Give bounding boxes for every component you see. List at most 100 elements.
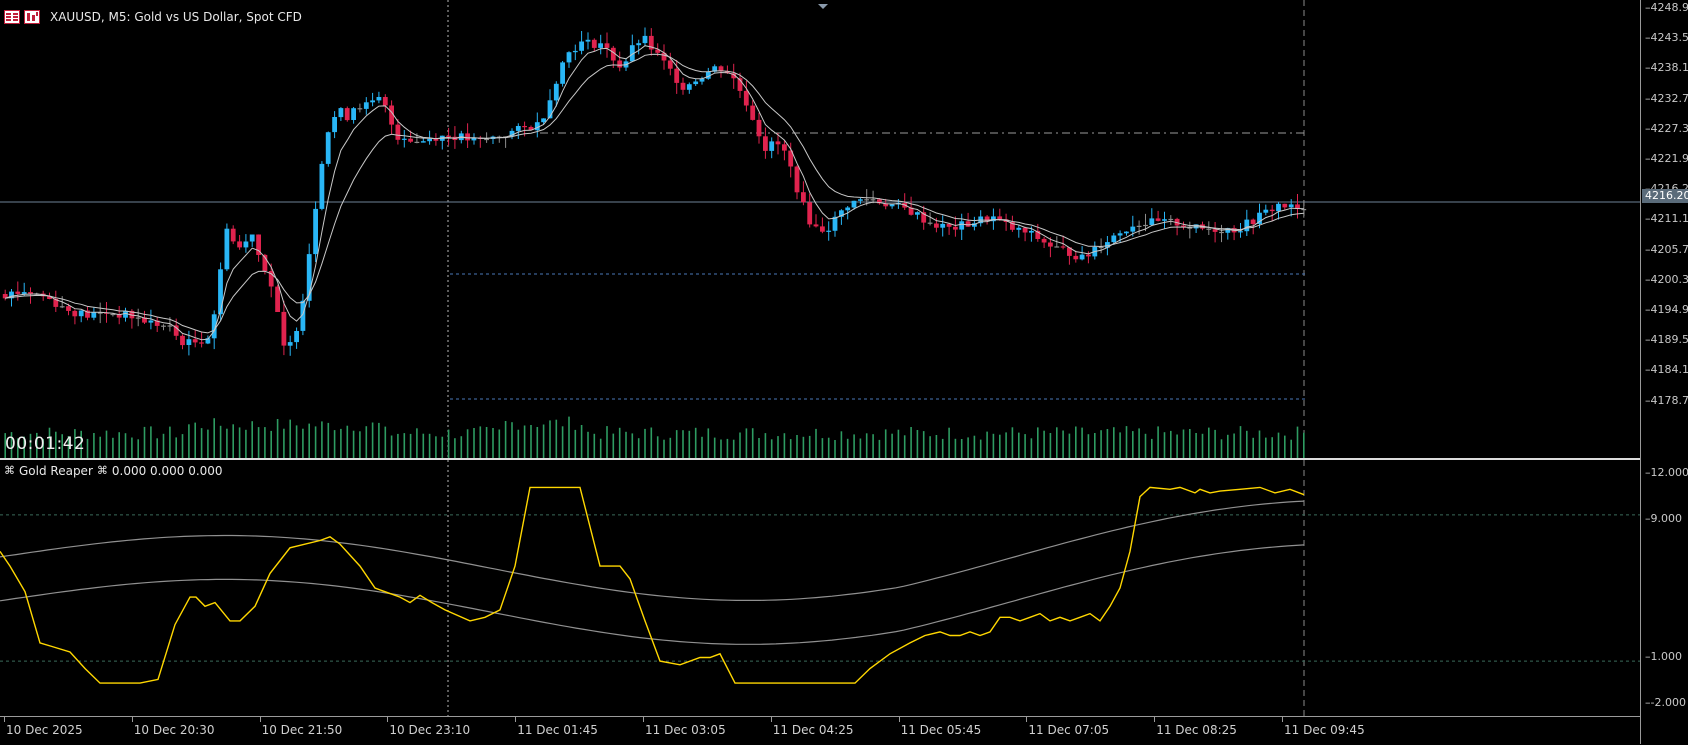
time-tick — [898, 717, 900, 722]
oscillator-pane[interactable] — [0, 460, 1640, 716]
main-chart-pane[interactable] — [0, 0, 1640, 458]
candle-body — [686, 84, 692, 90]
price-chart[interactable] — [0, 0, 1640, 458]
candle-body — [1143, 224, 1148, 227]
candle-body — [91, 312, 97, 318]
candle-body — [325, 132, 331, 164]
candle-body — [21, 292, 27, 294]
time-tick — [1282, 717, 1283, 722]
candle-body — [161, 325, 166, 327]
candle-body — [756, 119, 762, 137]
candle-body — [243, 241, 249, 248]
candle-body — [28, 292, 33, 294]
candle-body — [763, 136, 768, 151]
time-axis[interactable]: 10 Dec 2025 10 Dec 20:30 10 Dec 21:50 10 De… — [0, 716, 1640, 745]
candle-body — [59, 306, 65, 308]
candle-body — [370, 100, 375, 103]
candle-body — [465, 133, 470, 141]
candle-body — [1263, 209, 1269, 213]
candle-body — [224, 228, 230, 270]
time-axis-label: 11 Dec 05:45 — [900, 723, 982, 737]
candle-body — [1244, 219, 1250, 232]
candle-body — [566, 52, 572, 63]
candle-body — [572, 50, 578, 53]
candle-body — [953, 226, 958, 230]
price-scale-label: –4211.10 — [1645, 212, 1688, 226]
candle-body — [199, 342, 204, 344]
candle-body — [1073, 255, 1079, 260]
candle-body — [332, 117, 337, 133]
candle-body — [680, 82, 686, 90]
candle-body — [1124, 231, 1129, 234]
chart-menu-icon[interactable] — [4, 10, 20, 24]
candle-body — [1086, 254, 1091, 257]
candle-body — [275, 286, 280, 312]
candle-body — [591, 39, 597, 48]
candle-body — [940, 223, 946, 228]
candle-body — [534, 122, 540, 131]
candle-body — [851, 200, 857, 208]
candle-body — [15, 291, 21, 294]
candle-body — [313, 208, 318, 255]
candle-body — [927, 222, 933, 224]
candle-body — [794, 166, 800, 193]
indicator-icon[interactable]: ⌘ — [4, 464, 15, 478]
candle-body — [807, 202, 813, 225]
price-scale-label: –4232.70 — [1645, 91, 1688, 105]
candle-body — [395, 124, 401, 140]
candle-body — [135, 317, 141, 319]
candle-body — [218, 269, 223, 315]
chart-title-bar: XAUUSD, M5: Gold vs US Dollar, Spot CFD — [4, 8, 302, 26]
price-scale-label: –4184.10 — [1645, 363, 1688, 377]
shift-marker-icon — [818, 4, 828, 9]
candle-body — [1117, 233, 1123, 236]
candle-body — [338, 108, 344, 118]
candle-body — [585, 39, 591, 42]
candle-body — [230, 228, 236, 242]
price-scale-label: –4227.30 — [1645, 121, 1688, 135]
trade-panel-icon[interactable] — [24, 10, 40, 24]
indicator-title: ⌘ Gold Reaper ⌘ 0.000 0.000 0.000 — [4, 464, 223, 478]
candle-body — [420, 141, 426, 143]
candle-body — [965, 221, 971, 227]
price-scale-label: –4205.70 — [1645, 242, 1688, 256]
candle-body — [560, 62, 565, 84]
fast-moving-average — [5, 45, 1304, 341]
osc-scale-label: –-2.000 — [1645, 696, 1686, 709]
candle-body — [858, 199, 863, 201]
candle-body — [522, 126, 527, 128]
candle-body — [642, 35, 648, 44]
candle-body — [1250, 219, 1256, 224]
candle-body — [186, 339, 192, 345]
candle-body — [148, 320, 154, 323]
osc-scale-label: –9.000 — [1645, 512, 1682, 525]
candle-body — [287, 342, 293, 346]
candle-body — [826, 230, 832, 232]
candle-body — [180, 335, 185, 346]
candle-body — [693, 81, 699, 85]
candle-body — [1048, 242, 1053, 247]
candle-body — [1269, 209, 1275, 212]
candle-body — [667, 60, 673, 69]
oscillator-chart[interactable] — [0, 460, 1640, 716]
candle-body — [192, 339, 198, 343]
candle-body — [249, 234, 255, 242]
indicator-values: 0.000 0.000 0.000 — [111, 464, 223, 478]
time-tick — [770, 717, 772, 722]
time-axis-label: 11 Dec 08:25 — [1156, 723, 1237, 737]
time-tick — [515, 717, 517, 722]
price-scale-label: –4200.30 — [1645, 272, 1688, 286]
candle-body — [414, 141, 420, 143]
slow-moving-average — [5, 53, 1304, 334]
time-axis-label: 11 Dec 07:05 — [1028, 723, 1110, 737]
osc-scale-label: –1.000 — [1645, 650, 1682, 663]
time-axis-label: 10 Dec 21:50 — [261, 723, 343, 737]
candle-body — [66, 306, 71, 311]
price-scale[interactable]: –4248.90 –4243.50 –4238.10 –4232.70 –4227.30… — [1640, 0, 1688, 744]
time-axis-label: 10 Dec 20:30 — [133, 723, 215, 737]
candle-body — [579, 41, 584, 51]
time-axis-label: 10 Dec 2025 — [6, 723, 83, 737]
candle-countdown: 00:01:42 — [5, 434, 86, 454]
indicator-settings-icon[interactable]: ⌘ — [97, 464, 108, 478]
time-axis-label: 11 Dec 01:45 — [517, 723, 598, 737]
